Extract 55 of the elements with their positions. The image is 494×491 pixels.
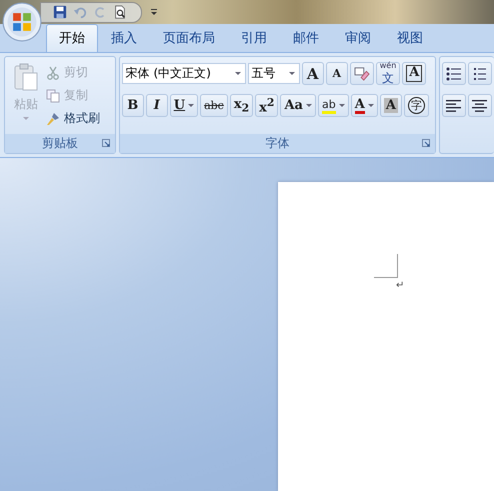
dialog-launcher-icon[interactable]	[422, 139, 430, 147]
ribbon-tab[interactable]: 邮件	[280, 24, 332, 52]
align-left-button[interactable]	[442, 94, 466, 117]
clipboard-icon	[14, 62, 38, 92]
font-name-dropdown[interactable]: 宋体 (中文正文)	[122, 63, 246, 84]
sub-button[interactable]: x$_{2}$	[230, 94, 254, 117]
copy-icon	[46, 88, 60, 102]
italic-button[interactable]: I	[146, 94, 168, 117]
group-label: 剪贴板	[42, 135, 78, 152]
save-icon[interactable]	[53, 5, 67, 19]
clipboard-item[interactable]: 格式刷	[44, 108, 102, 129]
caret-icon	[338, 104, 345, 108]
scissors-icon	[46, 66, 60, 80]
bullets-button[interactable]	[442, 62, 466, 85]
caret-icon	[306, 104, 312, 108]
caret-icon	[23, 117, 29, 121]
underline-button[interactable]: U	[170, 94, 198, 117]
group-label: 字体	[265, 135, 290, 152]
clear-formatting-button[interactable]	[350, 62, 374, 85]
print-preview-icon[interactable]	[113, 5, 127, 19]
grow-font-button[interactable]: A	[302, 62, 324, 85]
ribbon-tab[interactable]: 页面布局	[150, 24, 228, 52]
highlight-button[interactable]: ab	[318, 94, 349, 117]
margin-corner-mark	[374, 254, 398, 278]
font-size-dropdown[interactable]: 五号	[248, 63, 300, 84]
caret-icon	[188, 104, 194, 108]
bold-button[interactable]: B	[122, 94, 144, 117]
sup-button[interactable]: x$^{2}$	[255, 94, 278, 117]
align-left-icon	[446, 98, 462, 112]
phonetic-guide-button[interactable]: wén 文	[376, 62, 400, 85]
numbering-button[interactable]	[468, 62, 492, 85]
ribbon-tab[interactable]: 视图	[384, 24, 436, 52]
paintbrush-icon	[46, 112, 60, 126]
ribbon-tab[interactable]: 开始	[46, 24, 98, 52]
shading-button[interactable]: A	[380, 94, 402, 117]
customize-dropdown-icon[interactable]	[150, 8, 158, 16]
eraser-icon	[354, 66, 370, 80]
shrink-font-button[interactable]: A	[326, 62, 348, 85]
caret-icon	[288, 72, 295, 76]
strike-button[interactable]: abc	[200, 94, 228, 117]
ribbon-tab[interactable]: 审阅	[332, 24, 384, 52]
numbered-list-icon	[472, 66, 488, 80]
character-border-button[interactable]: A	[402, 62, 426, 85]
center-button[interactable]	[468, 94, 492, 117]
caret-icon	[234, 72, 241, 76]
case-button[interactable]: Aa	[280, 94, 316, 117]
align-center-icon	[472, 98, 488, 112]
bullet-list-icon	[446, 66, 462, 80]
ribbon-tab[interactable]: 插入	[98, 24, 150, 52]
caret-icon	[368, 104, 374, 108]
paragraph-mark: ↵	[396, 281, 404, 291]
dialog-launcher-icon[interactable]	[102, 139, 110, 147]
enclose-button[interactable]: 字	[404, 94, 429, 117]
ribbon-tab[interactable]: 引用	[228, 24, 280, 52]
color-button[interactable]: A	[350, 94, 378, 117]
